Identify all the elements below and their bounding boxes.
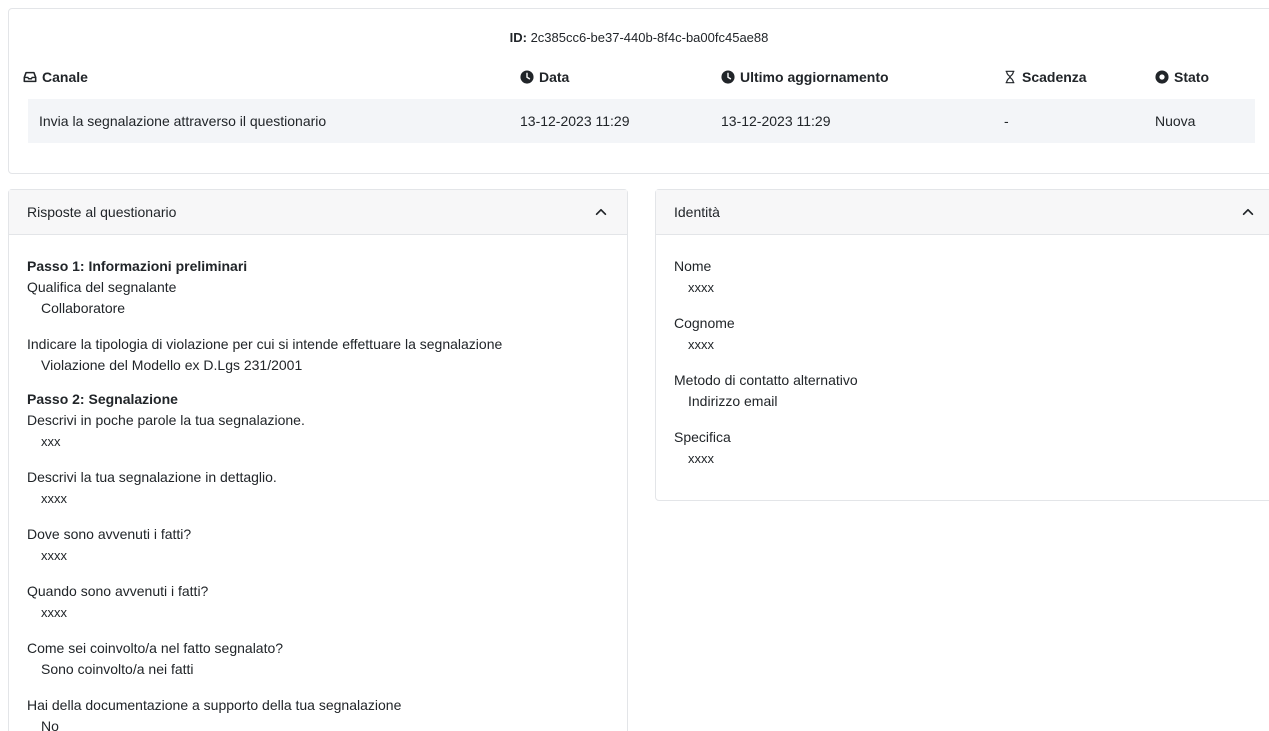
identity-field-label: Nome: [674, 258, 712, 274]
question-label: Descrivi in poche parole la tua segnalaz…: [27, 412, 305, 428]
identity-field-value: xxxx: [688, 280, 714, 295]
question-label: Descrivi la tua segnalazione in dettagli…: [27, 469, 277, 485]
report-id-label: ID:: [509, 30, 527, 45]
question-answer: xxxx: [41, 548, 67, 563]
question-label: Qualifica del segnalante: [27, 279, 177, 295]
question-item: Quando sono avvenuti i fatti? xxxx: [27, 581, 627, 623]
question-label: Come sei coinvolto/a nel fatto segnalato…: [27, 640, 284, 656]
column-header-data: Data: [520, 69, 569, 85]
column-header-stato: Stato: [1155, 69, 1209, 85]
question-item: Come sei coinvolto/a nel fatto segnalato…: [27, 638, 627, 680]
identity-field-label: Metodo di contatto alternativo: [674, 372, 858, 388]
identity-field-specifica: Specifica xxxx: [674, 427, 1269, 469]
question-item: Indicare la tipologia di violazione per …: [27, 334, 627, 376]
column-header-ultimo-aggiornamento: Ultimo aggiornamento: [721, 69, 889, 85]
column-header-scadenza-label: Scadenza: [1022, 69, 1087, 85]
question-label: Indicare la tipologia di violazione per …: [27, 336, 503, 352]
identity-field-label: Specifica: [674, 429, 731, 445]
report-id-value: 2c385cc6-be37-440b-8f4c-ba00fc45ae88: [530, 30, 769, 45]
chevron-up-icon[interactable]: [594, 205, 608, 219]
question-item: Descrivi la tua segnalazione in dettagli…: [27, 467, 627, 509]
identity-field-value: xxxx: [688, 337, 714, 352]
cell-stato: Nuova: [1155, 113, 1196, 129]
answers-panel-header[interactable]: Risposte al questionario: [9, 190, 627, 235]
step-2-title: Passo 2: Segnalazione: [27, 391, 178, 407]
identity-field-cognome: Cognome xxxx: [674, 313, 1269, 355]
column-header-scadenza: Scadenza: [1003, 69, 1087, 85]
report-summary-card: ID: 2c385cc6-be37-440b-8f4c-ba00fc45ae88…: [8, 8, 1269, 174]
question-answer: Collaboratore: [41, 300, 126, 316]
question-item: Descrivi in poche parole la tua segnalaz…: [27, 410, 627, 452]
identity-panel-title: Identità: [674, 204, 720, 220]
cell-data: 13-12-2023 11:29: [520, 113, 630, 129]
clock-icon: [721, 70, 735, 84]
identity-field-nome: Nome xxxx: [674, 256, 1269, 298]
question-answer: xxxx: [41, 605, 67, 620]
column-header-canale: Canale: [23, 69, 88, 85]
cell-ultimo-aggiornamento: 13-12-2023 11:29: [721, 113, 831, 129]
identity-field-value: xxxx: [688, 451, 714, 466]
cell-canale: Invia la segnalazione attraverso il ques…: [39, 113, 327, 129]
identity-field-label: Cognome: [674, 315, 735, 331]
question-label: Hai della documentazione a supporto dell…: [27, 697, 402, 713]
identity-panel-body: Nome xxxx Cognome xxxx Metodo di contatt…: [656, 235, 1269, 469]
question-answer: No: [41, 718, 59, 731]
question-item: Qualifica del segnalante Collaboratore: [27, 277, 627, 319]
identity-field-metodo-contatto: Metodo di contatto alternativo Indirizzo…: [674, 370, 1269, 412]
question-item: Dove sono avvenuti i fatti? xxxx: [27, 524, 627, 566]
column-header-ultimo-label: Ultimo aggiornamento: [740, 69, 889, 85]
answers-panel-title: Risposte al questionario: [27, 204, 177, 220]
question-item: Hai della documentazione a supporto dell…: [27, 695, 627, 731]
inbox-icon: [23, 70, 37, 84]
hourglass-icon: [1003, 70, 1017, 84]
circle-dot-icon: [1155, 70, 1169, 84]
question-answer: xxx: [41, 434, 61, 449]
clock-icon: [520, 70, 534, 84]
cell-scadenza: -: [1004, 113, 1009, 129]
question-answer: Sono coinvolto/a nei fatti: [41, 661, 194, 677]
step-1-title: Passo 1: Informazioni preliminari: [27, 258, 248, 274]
column-header-data-label: Data: [539, 69, 570, 85]
column-header-canale-label: Canale: [42, 69, 88, 85]
identity-field-value: Indirizzo email: [688, 393, 778, 409]
question-label: Quando sono avvenuti i fatti?: [27, 583, 209, 599]
column-header-stato-label: Stato: [1174, 69, 1209, 85]
question-answer: Violazione del Modello ex D.Lgs 231/2001: [41, 357, 303, 373]
report-id: ID: 2c385cc6-be37-440b-8f4c-ba00fc45ae88: [9, 30, 1269, 45]
question-answer: xxxx: [41, 491, 67, 506]
identity-panel-header[interactable]: Identità: [656, 190, 1269, 235]
question-label: Dove sono avvenuti i fatti?: [27, 526, 192, 542]
answers-panel-body: Passo 1: Informazioni preliminari Qualif…: [9, 235, 627, 731]
answers-panel: Risposte al questionario Passo 1: Inform…: [8, 189, 628, 731]
identity-panel: Identità Nome xxxx Cognome xxxx Metodo d…: [655, 189, 1269, 501]
chevron-up-icon[interactable]: [1241, 205, 1255, 219]
